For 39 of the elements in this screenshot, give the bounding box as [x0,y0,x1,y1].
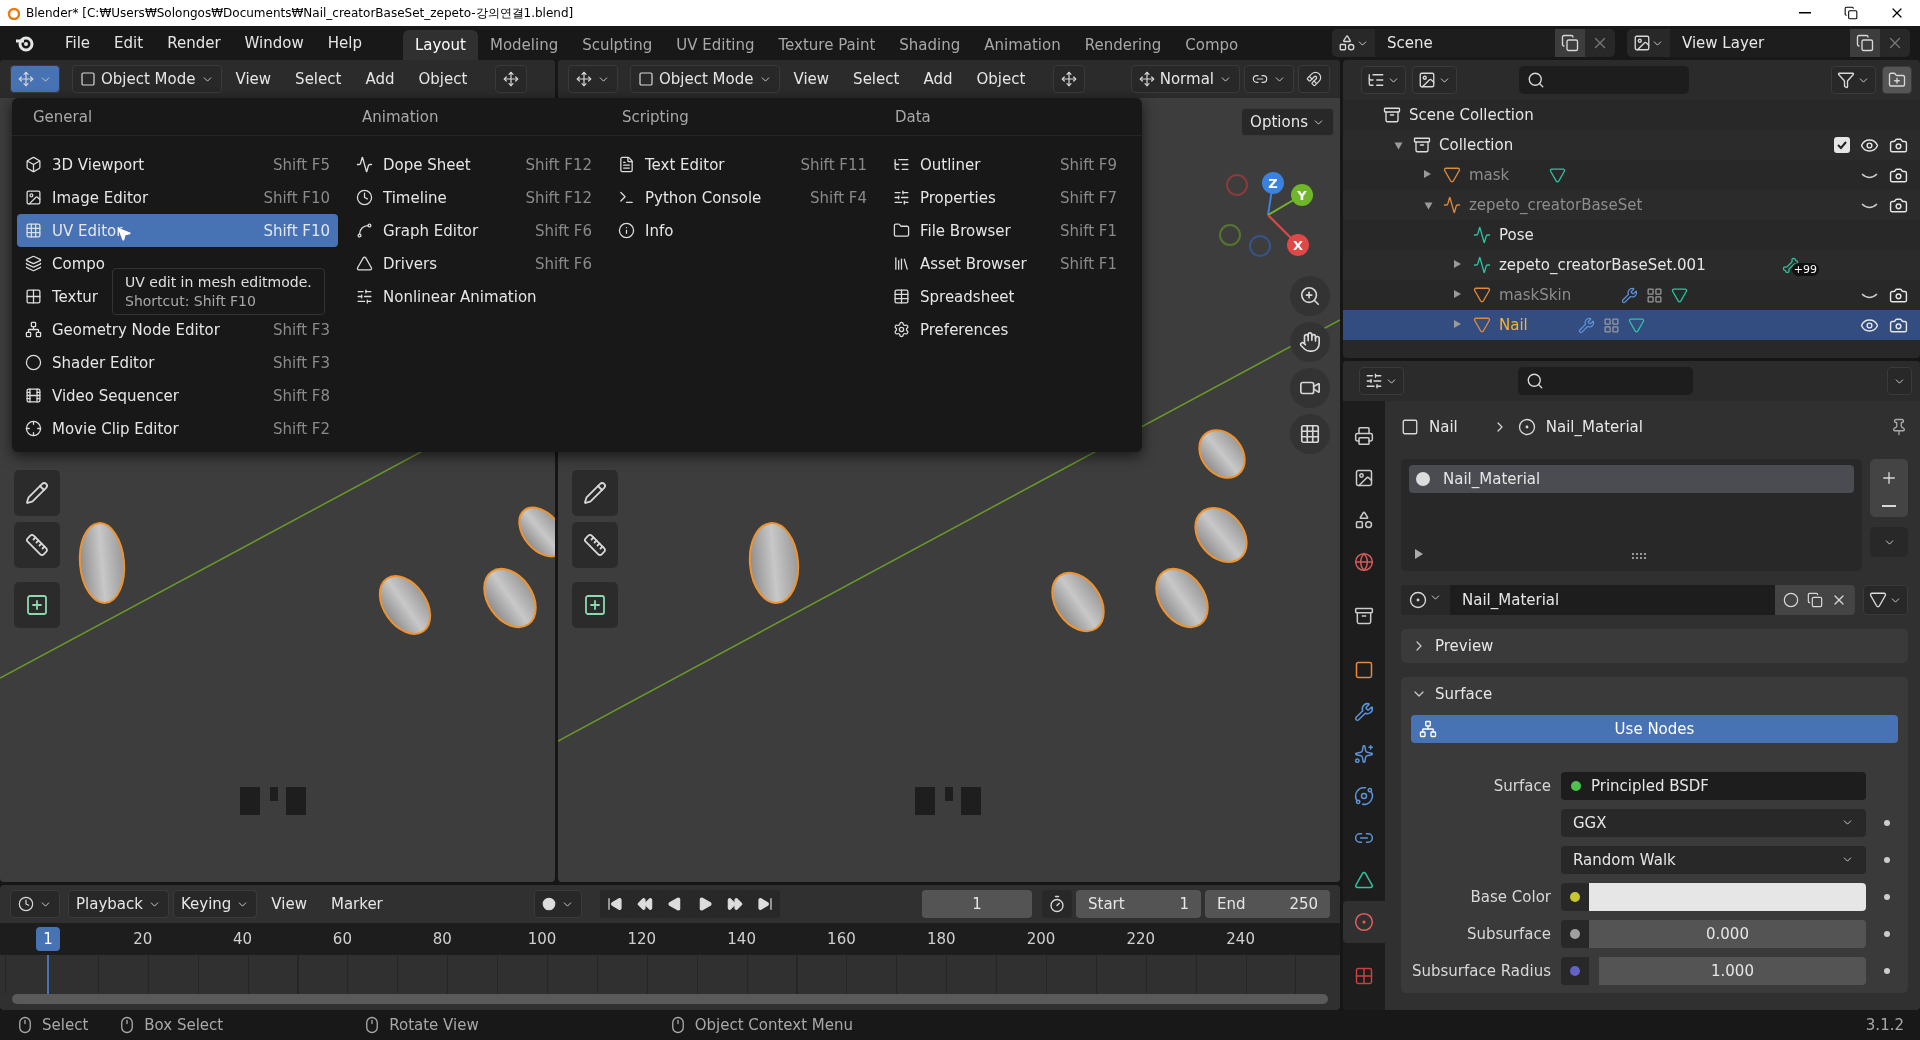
outliner-label: Collection [1439,136,1514,154]
property-label: Subsurface Radius [1411,961,1551,980]
property-label: Base Color [1469,887,1551,906]
frame-number: 180 [926,930,956,948]
status-hint: Select [42,1016,89,1034]
frame-number: 120 [627,930,657,948]
tooltip-shortcut: Shortcut: Shift F10 [125,293,257,309]
frame-number: 160 [827,930,856,948]
frame-number: 220 [1126,930,1156,948]
menu-heading: Animation [361,107,440,126]
menu-heading: Scripting [621,107,690,126]
outliner-label: mask [1469,166,1510,184]
outliner-label: zepeto_creatorBaseSet.001 [1499,256,1706,274]
bone-count: +99 [1791,262,1819,276]
outliner-label: maskSkin [1499,286,1572,304]
frame-number: 40 [233,930,253,948]
outliner-label: zepeto_creatorBaseSet [1469,196,1643,214]
menu-heading: Data [894,107,932,126]
outliner-label: Nail [1499,316,1528,334]
status-hint: Box Select [144,1016,224,1034]
property-label: Subsurface [1466,924,1551,943]
frame-number: 240 [1226,930,1255,948]
frame-number: 140 [727,930,756,948]
menu-heading: General [32,107,94,126]
status-hint: Rotate View [389,1016,479,1034]
frame-number: 80 [432,930,452,948]
frame-number: 60 [332,930,352,948]
tooltip-description: UV edit in mesh editmode. [125,274,312,290]
frame-number: 100 [527,930,557,948]
property-label: Surface [1492,776,1551,795]
breadcrumb-material: Nail_Material [1545,418,1643,436]
breadcrumb-object: Nail [1429,418,1458,436]
window-title: Blender* [C:₩Users₩Solongos₩Documents₩Nail_creatorBaseSet_zepeto-강의연결1.blend] [26,4,574,22]
frame-number: 20 [133,930,153,948]
outliner-label: Scene Collection [1409,106,1534,124]
frame-number: 200 [1026,930,1056,948]
status-hint: Object Context Menu [694,1016,854,1034]
outliner-label: Pose [1499,226,1534,244]
version-label: 3.1.2 [1865,1016,1904,1034]
